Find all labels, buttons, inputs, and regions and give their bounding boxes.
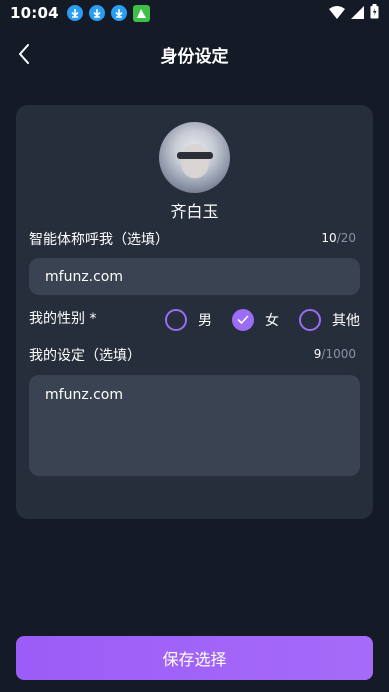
header: 身份设定 <box>0 34 389 74</box>
download-icon <box>66 5 83 21</box>
radio-button-checked[interactable] <box>232 309 254 331</box>
setting-textarea[interactable]: mfunz.com <box>29 375 360 476</box>
gender-label: 我的性别 * <box>29 311 97 327</box>
nickname-count: 10 <box>321 231 337 245</box>
download-icon <box>110 5 127 21</box>
status-bar: 10:04 <box>0 0 389 26</box>
setting-counter: 9/1000 <box>314 347 356 361</box>
avatar-blindfold <box>177 152 213 159</box>
nickname-counter: 10/20 <box>321 231 356 245</box>
radio-button[interactable] <box>165 309 187 331</box>
page-title: 身份设定 <box>160 47 229 67</box>
battery-icon <box>370 4 379 23</box>
gender-option-label: 其他 <box>332 313 360 329</box>
nickname-input[interactable]: mfunz.com <box>29 258 360 295</box>
signal-icon <box>351 4 364 23</box>
setting-max: /1000 <box>321 347 356 361</box>
setting-label: 我的设定（选填） <box>29 348 141 364</box>
gender-option-female[interactable]: 女 <box>232 309 279 331</box>
character-name: 齐白玉 <box>170 202 219 221</box>
gender-option-male[interactable]: 男 <box>165 309 212 331</box>
gender-option-label: 女 <box>265 313 279 329</box>
check-icon <box>237 315 249 324</box>
radio-button[interactable] <box>299 309 321 331</box>
avatar[interactable] <box>159 122 230 193</box>
gender-option-label: 男 <box>198 313 212 329</box>
nickname-max: /20 <box>336 231 356 245</box>
status-time: 10:04 <box>10 4 59 22</box>
wifi-icon <box>329 4 345 23</box>
identity-card: 齐白玉 智能体称呼我（选填） 10/20 mfunz.com 我的性别 * 男 … <box>16 105 373 519</box>
gender-radio-group: 男 女 其他 <box>165 309 360 331</box>
nickname-label: 智能体称呼我（选填） <box>29 232 169 248</box>
avatar-face <box>181 144 209 178</box>
gender-option-other[interactable]: 其他 <box>299 309 360 331</box>
download-icon <box>88 5 105 21</box>
save-button[interactable]: 保存选择 <box>16 636 373 680</box>
app-notification-icon <box>132 4 150 22</box>
